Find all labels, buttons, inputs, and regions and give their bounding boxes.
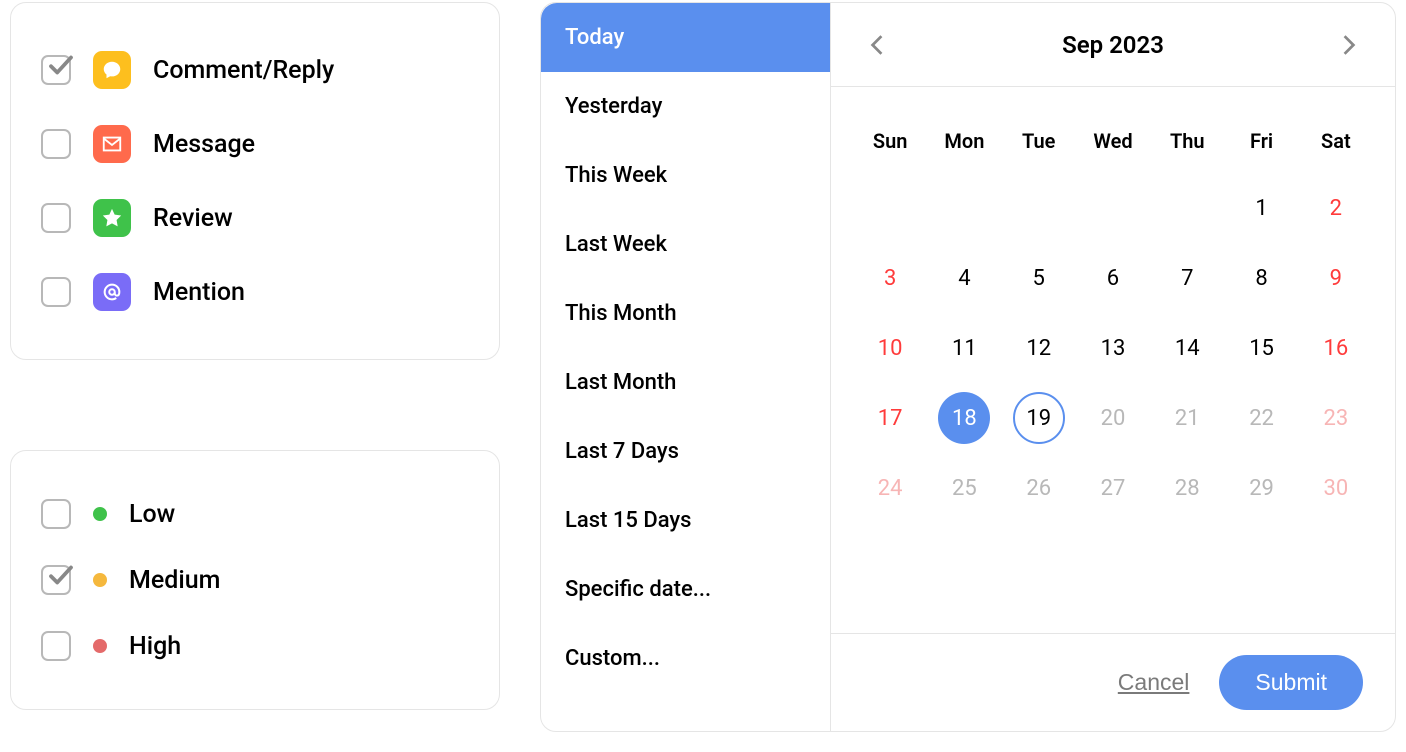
type-filter-star[interactable]: Review xyxy=(41,181,469,255)
calendar-day xyxy=(927,173,1001,243)
priority-dot-icon xyxy=(93,507,107,521)
preset-specific-date[interactable]: Specific date... xyxy=(541,555,830,624)
calendar-day[interactable]: 18 xyxy=(927,383,1001,453)
calendar-dow: Thu xyxy=(1150,117,1224,173)
calendar-day xyxy=(1150,173,1224,243)
calendar-day[interactable]: 29 xyxy=(1224,453,1298,523)
calendar-day[interactable]: 30 xyxy=(1299,453,1373,523)
cancel-button[interactable]: Cancel xyxy=(1118,669,1190,696)
calendar-day[interactable]: 22 xyxy=(1224,383,1298,453)
type-filter-at[interactable]: Mention xyxy=(41,255,469,329)
comment-icon xyxy=(93,51,131,89)
chevron-right-icon xyxy=(1342,34,1356,56)
calendar-day[interactable]: 27 xyxy=(1076,453,1150,523)
calendar-dow: Mon xyxy=(927,117,1001,173)
priority-filter-medium[interactable]: Medium xyxy=(41,547,469,613)
calendar-grid: SunMonTueWedThuFriSat1234567891011121314… xyxy=(831,87,1395,533)
checkbox[interactable] xyxy=(41,129,71,159)
priority-filter-low[interactable]: Low xyxy=(41,481,469,547)
calendar-day xyxy=(1002,173,1076,243)
calendar-day[interactable]: 14 xyxy=(1150,313,1224,383)
calendar-day[interactable]: 12 xyxy=(1002,313,1076,383)
next-month-button[interactable] xyxy=(1337,33,1361,57)
checkbox[interactable] xyxy=(41,277,71,307)
filter-label: Mention xyxy=(153,278,245,307)
calendar-dow: Tue xyxy=(1002,117,1076,173)
calendar-day[interactable]: 8 xyxy=(1224,243,1298,313)
calendar-dow: Sun xyxy=(853,117,927,173)
preset-last-month[interactable]: Last Month xyxy=(541,348,830,417)
checkbox[interactable] xyxy=(41,55,71,85)
preset-custom[interactable]: Custom... xyxy=(541,624,830,693)
filter-label: Message xyxy=(153,130,255,159)
calendar-dow: Fri xyxy=(1224,117,1298,173)
calendar-day[interactable]: 3 xyxy=(853,243,927,313)
type-filter-mail[interactable]: Message xyxy=(41,107,469,181)
prev-month-button[interactable] xyxy=(865,33,889,57)
preset-last-15-days[interactable]: Last 15 Days xyxy=(541,486,830,555)
calendar-day[interactable]: 20 xyxy=(1076,383,1150,453)
calendar-day[interactable]: 28 xyxy=(1150,453,1224,523)
filter-label: Medium xyxy=(129,566,220,595)
calendar-day[interactable]: 26 xyxy=(1002,453,1076,523)
filter-label: Comment/Reply xyxy=(153,56,334,85)
calendar-day[interactable]: 2 xyxy=(1299,173,1373,243)
calendar-day xyxy=(853,173,927,243)
date-picker-panel: TodayYesterdayThis WeekLast WeekThis Mon… xyxy=(540,2,1396,732)
preset-this-week[interactable]: This Week xyxy=(541,141,830,210)
calendar-day[interactable]: 21 xyxy=(1150,383,1224,453)
calendar-day[interactable]: 24 xyxy=(853,453,927,523)
calendar-day[interactable]: 5 xyxy=(1002,243,1076,313)
checkbox[interactable] xyxy=(41,203,71,233)
priority-filter-high[interactable]: High xyxy=(41,613,469,679)
calendar-day[interactable]: 6 xyxy=(1076,243,1150,313)
calendar-day[interactable]: 7 xyxy=(1150,243,1224,313)
priority-dot-icon xyxy=(93,573,107,587)
notification-types-panel: Comment/Reply Message Review Mention xyxy=(10,2,500,360)
calendar-header: Sep 2023 xyxy=(831,3,1395,87)
checkbox[interactable] xyxy=(41,565,71,595)
calendar-dow: Wed xyxy=(1076,117,1150,173)
calendar-day[interactable]: 10 xyxy=(853,313,927,383)
preset-last-7-days[interactable]: Last 7 Days xyxy=(541,417,830,486)
date-presets-list: TodayYesterdayThis WeekLast WeekThis Mon… xyxy=(541,3,831,731)
priority-panel: Low Medium High xyxy=(10,450,500,710)
calendar-day[interactable]: 15 xyxy=(1224,313,1298,383)
calendar-day[interactable]: 23 xyxy=(1299,383,1373,453)
priority-dot-icon xyxy=(93,639,107,653)
filter-label: Low xyxy=(129,500,175,529)
chevron-left-icon xyxy=(870,34,884,56)
calendar-day[interactable]: 1 xyxy=(1224,173,1298,243)
calendar-day[interactable]: 16 xyxy=(1299,313,1373,383)
filter-label: Review xyxy=(153,204,233,233)
calendar-day[interactable]: 17 xyxy=(853,383,927,453)
calendar: Sep 2023 SunMonTueWedThuFriSat1234567891… xyxy=(831,3,1395,731)
calendar-dow: Sat xyxy=(1299,117,1373,173)
type-filter-comment[interactable]: Comment/Reply xyxy=(41,33,469,107)
preset-today[interactable]: Today xyxy=(541,3,830,72)
calendar-day[interactable]: 13 xyxy=(1076,313,1150,383)
submit-button[interactable]: Submit xyxy=(1219,655,1363,710)
filter-label: High xyxy=(129,632,181,661)
checkbox[interactable] xyxy=(41,631,71,661)
calendar-day xyxy=(1076,173,1150,243)
calendar-day[interactable]: 11 xyxy=(927,313,1001,383)
preset-last-week[interactable]: Last Week xyxy=(541,210,830,279)
preset-this-month[interactable]: This Month xyxy=(541,279,830,348)
checkbox[interactable] xyxy=(41,499,71,529)
calendar-day[interactable]: 9 xyxy=(1299,243,1373,313)
calendar-day[interactable]: 25 xyxy=(927,453,1001,523)
preset-yesterday[interactable]: Yesterday xyxy=(541,72,830,141)
at-icon xyxy=(93,273,131,311)
star-icon xyxy=(93,199,131,237)
calendar-day[interactable]: 4 xyxy=(927,243,1001,313)
calendar-month-title: Sep 2023 xyxy=(1062,31,1164,59)
calendar-footer: Cancel Submit xyxy=(831,633,1395,731)
mail-icon xyxy=(93,125,131,163)
calendar-day[interactable]: 19 xyxy=(1002,383,1076,453)
